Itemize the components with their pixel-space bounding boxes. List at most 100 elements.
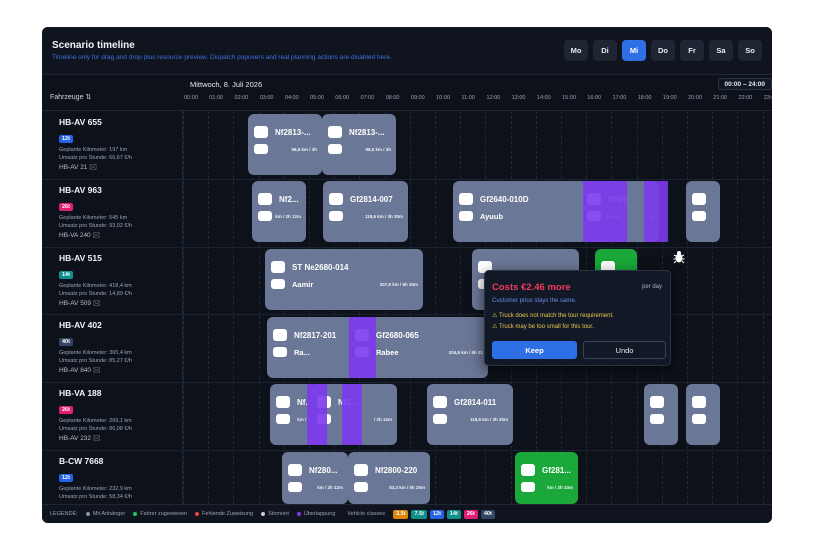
tour-id: Gf2680-065 (376, 331, 419, 340)
tour-block[interactable]: Gf2814-011 118,5 km / 3h 30m (427, 384, 513, 445)
day-button-di[interactable]: Di (593, 40, 617, 61)
tour-block[interactable] (644, 384, 678, 445)
planned-km: Geplante Kilometer: 197 km (59, 147, 128, 153)
truck-icon (288, 464, 302, 476)
hour-gridline (762, 111, 764, 504)
hour-label: 17:00 (612, 95, 627, 101)
tour-block[interactable] (686, 384, 720, 445)
hour-label: 08:00 (385, 95, 400, 101)
vehicle-row[interactable]: HB-VA 188 26t Geplante Kilometer: 269,1 km… (59, 388, 132, 445)
legend-dot-icon (261, 511, 266, 516)
tour-block[interactable]: Nf2... km / 2h 12m (252, 181, 306, 242)
keep-button[interactable]: Keep (492, 341, 577, 359)
tour-driver: Ayuub (480, 212, 504, 221)
vehicle-row[interactable]: HB-AV 963 26t Geplante Kilometer: 545 km Um… (59, 185, 132, 242)
trailer-label: HB-AV 232 🖂 (59, 435, 101, 443)
tour-block[interactable]: ST Ne2680-014 Aamir 207,9 km / 6h 30m (265, 249, 423, 310)
driver-icon (329, 211, 343, 221)
truck-icon (276, 396, 290, 408)
tour-id: Nf2800-220 (375, 466, 418, 475)
driver-icon (288, 482, 302, 492)
legend-dot-icon (85, 511, 90, 516)
page-subtitle: Timeline only for drag and drop plus res… (52, 54, 392, 61)
vehicle-class-badge: 14t (446, 509, 461, 519)
revenue-per-hour: Umsatz pro Stunde: 14,89 €/h (59, 290, 133, 297)
warning-item: ⚠ Truck does not match the tour requirem… (492, 312, 614, 319)
vehicle-class-badge: 14t (59, 270, 73, 279)
time-range-button[interactable]: 00:00 – 24:00 (717, 78, 772, 90)
legend-item: Überlappung (296, 511, 336, 517)
warning-icon: ⚠ (492, 324, 498, 330)
tour-block[interactable]: Gf2640-010DAyuub25 (453, 181, 659, 242)
tour-block[interactable]: Nf2813-... 98,5 km / 3h (322, 114, 396, 175)
driver-icon (276, 414, 290, 424)
hour-label: 01:00 (209, 95, 224, 101)
hour-label: 21:00 (713, 95, 728, 101)
day-button-so[interactable]: So (738, 40, 762, 61)
vehicle-classes-label: Vehicle classes (347, 511, 385, 517)
day-button-sa[interactable]: Sa (709, 40, 733, 61)
tour-id: ST Ne2680-014 (292, 263, 349, 272)
vehicle-plate: B-CW 7668 (59, 456, 104, 466)
vehicle-list: HB-AV 655 12t Geplante Kilometer: 197 km Um… (42, 111, 183, 504)
overlap-marker (307, 384, 327, 445)
undo-button[interactable]: Undo (583, 341, 666, 359)
hour-gridline (435, 111, 436, 504)
trailer-label: HB-VA 240 🖂 (59, 231, 101, 239)
truck-icon (650, 396, 664, 408)
legend-item-label: Storniert (268, 511, 289, 517)
trailer-label: HB-AV 840 🖂 (59, 367, 101, 375)
row-divider (42, 246, 772, 248)
bug-cursor-icon (673, 251, 685, 264)
day-selector: Mo Di Mi Do Fr Sa So (564, 40, 762, 61)
tour-block[interactable]: Nf2800-220 83,3 km / 5h 20m (348, 452, 430, 504)
truck-icon (459, 193, 473, 205)
legend-dot-icon (133, 511, 138, 516)
vehicle-class-badge: 26t (463, 509, 478, 519)
tour-block[interactable]: Gf281... km / 2h 33m (515, 452, 578, 504)
tour-block[interactable] (686, 181, 720, 242)
sort-icon: ⇅ (85, 94, 92, 101)
day-button-mi[interactable]: Mi (622, 40, 646, 61)
truck-icon (692, 396, 706, 408)
legend-item-label: Überlappung (303, 511, 336, 517)
trailer-label: HB-AV 509 🖂 (59, 299, 101, 307)
hour-gridline (687, 111, 688, 504)
hour-label: 02:00 (234, 95, 249, 101)
tour-driver: Ra... (294, 348, 310, 357)
vehicle-row[interactable]: HB-AV 515 14t Geplante Kilometer: 418,4 km… (59, 253, 132, 310)
vehicle-row[interactable]: B-CW 7668 12t Geplante Kilometer: 232,9 km… (59, 456, 132, 502)
vehicle-row[interactable]: HB-AV 402 40t Geplante Kilometer: 365,4 km… (59, 320, 132, 377)
truck-icon (521, 464, 535, 476)
vehicle-row[interactable]: HB-AV 655 12t Geplante Kilometer: 197 km Um… (59, 117, 132, 174)
truck-icon (692, 193, 706, 205)
hour-label: 09:00 (410, 95, 425, 101)
vehicles-column-header[interactable]: Fahrzeuge ⇅ (50, 93, 91, 101)
hour-gridline (233, 111, 235, 504)
trailer-label: HB-AV 21 🖂 (59, 164, 97, 171)
truck-icon (328, 126, 342, 138)
hour-label: 06:00 (335, 95, 350, 101)
tour-distance-duration: km / 2h 12m (317, 485, 343, 490)
hour-gridline (208, 111, 210, 504)
day-button-fr[interactable]: Fr (680, 40, 704, 61)
hour-label: 00:00 (184, 95, 198, 101)
tour-block[interactable]: Nf280... km / 2h 12m (282, 452, 348, 504)
tour-id: Nf2... (279, 195, 299, 204)
driver-icon (271, 279, 285, 289)
tour-block[interactable]: Gf2814-007 118,5 km / 3h 30m (323, 181, 408, 242)
day-button-do[interactable]: Do (651, 40, 675, 61)
tour-block[interactable]: Nf2813-... 98,5 km / 3h (248, 114, 322, 175)
vehicle-class-badge: 12t (59, 474, 73, 482)
hour-label: 10:00 (436, 95, 450, 101)
vehicles-column-label: Fahrzeuge (50, 94, 84, 101)
hour-label: 11:00 (461, 95, 475, 101)
vehicle-class-badge: 40t (59, 338, 73, 347)
vehicle-class-badge: 40t (480, 509, 495, 519)
planned-km: Geplante Kilometer: 545 km (59, 214, 128, 221)
day-button-mo[interactable]: Mo (564, 40, 588, 61)
row-divider (42, 450, 772, 451)
vehicle-class-badge: 12t (429, 509, 444, 519)
tour-id: Gf2814-011 (454, 398, 497, 407)
truck-icon (273, 329, 287, 341)
